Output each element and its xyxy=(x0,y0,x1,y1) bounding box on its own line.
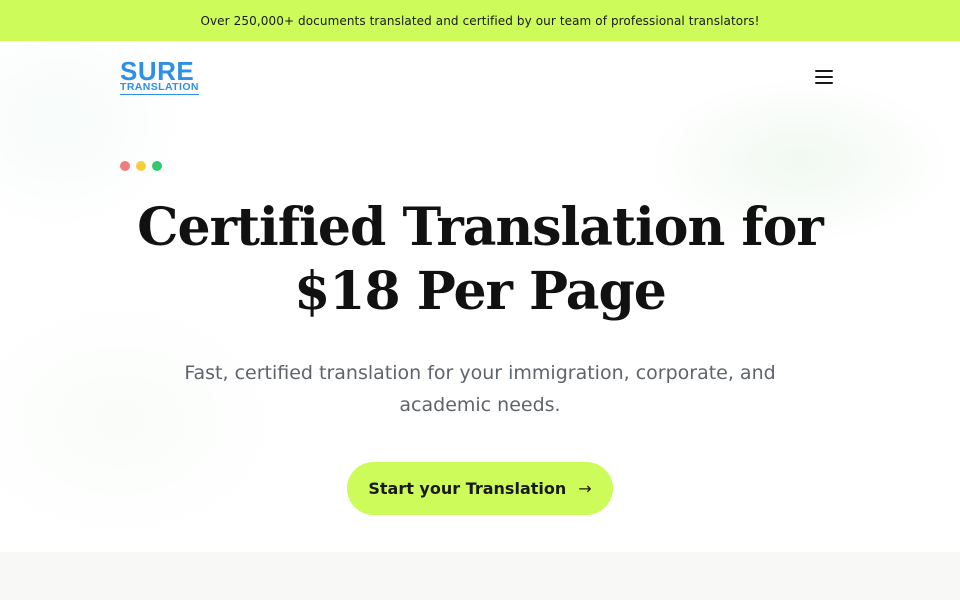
decorative-dots xyxy=(120,161,162,171)
cta-label: Start your Translation xyxy=(368,479,567,498)
banner-text: Over 250,000+ documents translated and c… xyxy=(200,13,760,28)
dot-green xyxy=(152,161,162,171)
start-translation-button[interactable]: Start your Translation → xyxy=(347,462,613,515)
announcement-banner: Over 250,000+ documents translated and c… xyxy=(0,0,960,41)
site-logo[interactable]: SURE TRANSLATION xyxy=(120,56,204,97)
logo-wordmark: SURE xyxy=(120,56,195,86)
arrow-right-icon: → xyxy=(578,479,592,498)
hero-headline: Certified Translation for $18 Per Page xyxy=(137,197,824,322)
hero-subtext: Fast, certified translation for your imm… xyxy=(184,362,776,416)
logo-subtitle: TRANSLATION xyxy=(120,81,199,95)
dot-yellow xyxy=(136,161,146,171)
hamburger-menu-icon[interactable] xyxy=(813,67,835,87)
dot-red xyxy=(120,161,130,171)
next-section xyxy=(0,552,960,600)
